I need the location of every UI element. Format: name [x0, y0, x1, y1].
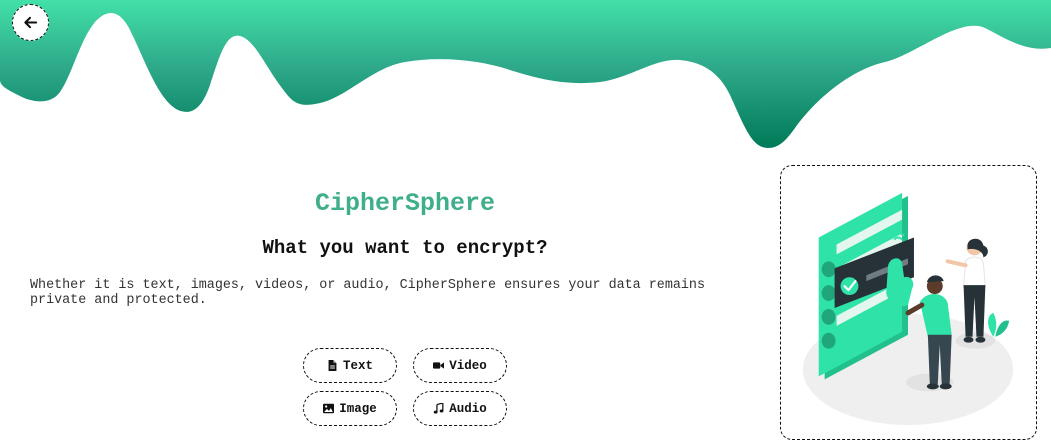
file-icon [328, 360, 337, 371]
page-description: Whether it is text, images, videos, or a… [30, 278, 705, 308]
illustration-card [780, 165, 1037, 440]
back-button[interactable] [12, 4, 49, 41]
text-button[interactable]: Text [303, 348, 397, 383]
audio-button[interactable]: Audio [413, 391, 507, 426]
video-button[interactable]: Video [413, 348, 507, 383]
security-illustration [802, 192, 1014, 426]
page: CipherSphere What you want to encrypt? W… [0, 0, 1051, 446]
image-icon [323, 403, 335, 414]
image-button[interactable]: Image [303, 391, 397, 426]
audio-button-label: Audio [449, 401, 487, 416]
music-note-icon [434, 403, 444, 414]
text-button-label: Text [342, 358, 373, 373]
brand-title: CipherSphere [314, 189, 496, 218]
image-button-label: Image [339, 401, 377, 416]
header-wave [0, 0, 1051, 148]
video-camera-icon [433, 362, 445, 369]
video-button-label: Video [449, 358, 487, 373]
arrow-left-icon [24, 16, 38, 29]
page-heading: What you want to encrypt? [262, 237, 548, 259]
